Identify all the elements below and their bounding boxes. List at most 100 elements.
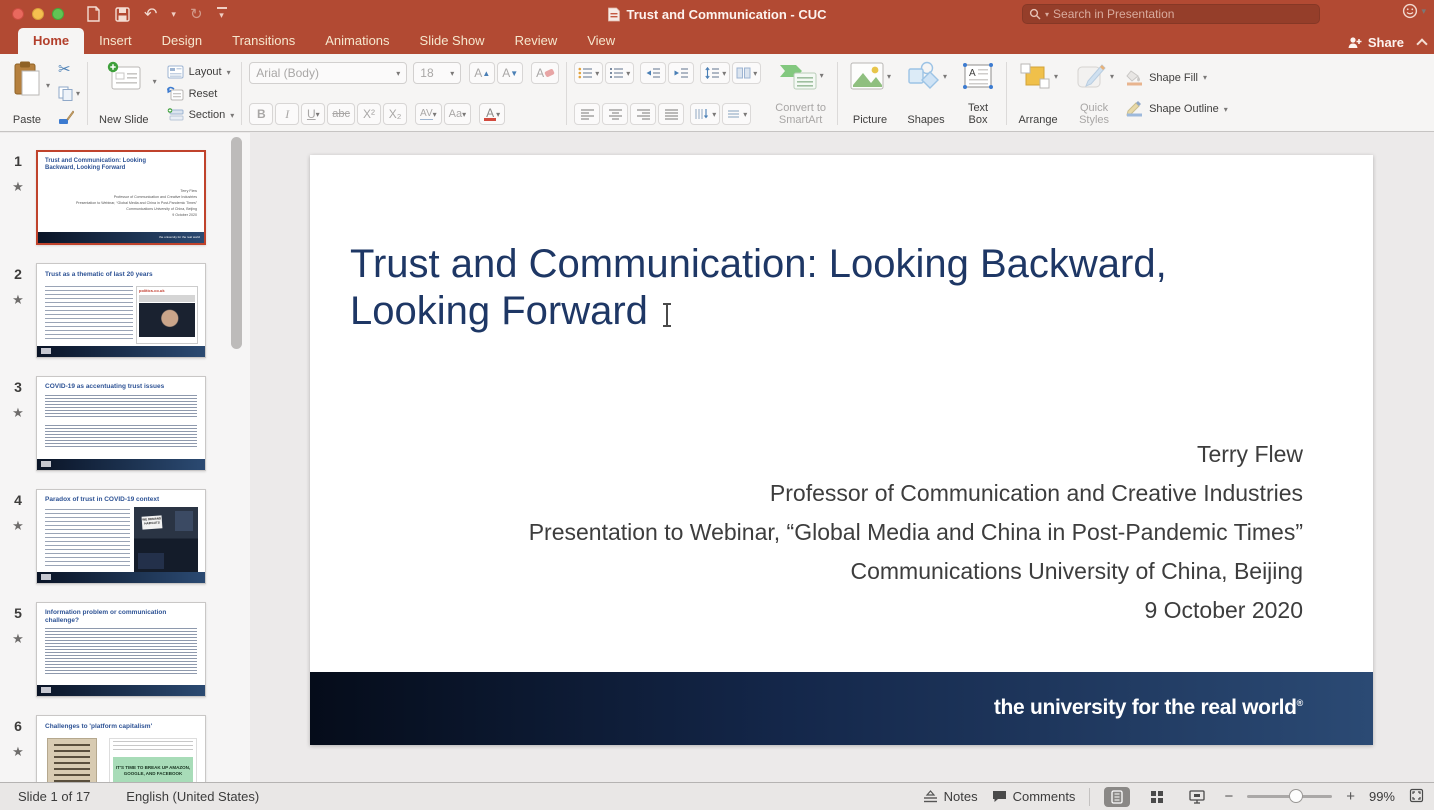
arrange-button[interactable]: ▾ Arrange <box>1014 59 1062 128</box>
slide-4-thumbnail[interactable]: Paradox of trust in COVID-19 context WE … <box>36 489 206 584</box>
fullscreen-button[interactable] <box>52 8 64 20</box>
clear-formatting-button[interactable]: A <box>531 62 559 84</box>
slide-title-text[interactable]: Trust and Communication: Looking Backwar… <box>350 241 1310 335</box>
undo-icon[interactable]: ↶ <box>144 4 157 24</box>
tab-view[interactable]: View <box>572 28 630 54</box>
save-icon[interactable] <box>115 7 130 22</box>
feedback-control[interactable]: ▾ <box>1402 3 1426 19</box>
search-field[interactable]: ▾ Search in Presentation <box>1022 4 1320 24</box>
picture-button[interactable]: ▾ Picture <box>845 59 895 128</box>
font-color-button[interactable]: A ▾ <box>479 103 505 125</box>
shapes-button[interactable]: ▾ Shapes <box>901 59 951 128</box>
new-document-icon[interactable] <box>86 6 101 22</box>
thumbnail-item-5[interactable]: 5 ★ Information problem or communication… <box>0 602 250 697</box>
quick-styles-button[interactable]: ▾ QuickStyles <box>1070 59 1118 128</box>
copy-caret[interactable]: ▾ <box>76 89 80 98</box>
customize-toolbar-icon[interactable]: ▾ <box>217 7 227 21</box>
columns-button[interactable]: ▾ <box>732 62 761 84</box>
strikethrough-button[interactable]: abc <box>327 103 355 125</box>
convert-smartart-button[interactable]: ▾ Convert toSmartArt <box>771 59 830 128</box>
shape-fill-button[interactable]: Shape Fill▾ <box>1126 68 1228 88</box>
thumbnail-item-4[interactable]: 4 ★ Paradox of trust in COVID-19 context… <box>0 489 250 584</box>
tab-review[interactable]: Review <box>500 28 573 54</box>
fit-to-window-button[interactable] <box>1409 788 1424 806</box>
notes-toggle[interactable]: Notes <box>923 789 978 804</box>
copy-icon[interactable] <box>58 86 74 101</box>
shape-fill-label: Shape Fill <box>1149 72 1198 84</box>
thumbnail-item-2[interactable]: 2 ★ Trust as a thematic of last 20 years… <box>0 263 250 358</box>
slide-counter[interactable]: Slide 1 of 17 <box>18 789 90 804</box>
tab-home[interactable]: Home <box>18 28 84 54</box>
layout-button[interactable]: Layout▾ <box>167 62 235 82</box>
zoom-percentage[interactable]: 99% <box>1369 789 1395 804</box>
textbox-button[interactable]: A TextBox <box>957 59 999 128</box>
thumbnail-item-6[interactable]: 6 ★ Challenges to 'platform capitalism' … <box>0 715 250 782</box>
share-button[interactable]: Share <box>1347 35 1404 50</box>
collapse-ribbon-caret[interactable] <box>1416 38 1427 49</box>
slide-2-thumbnail[interactable]: Trust as a thematic of last 20 years pol… <box>36 263 206 358</box>
thumbnail-item-1[interactable]: 1 ★ Trust and Communication: Looking Bac… <box>0 150 250 245</box>
font-size-combo[interactable]: 18▾ <box>413 62 461 84</box>
paste-caret[interactable]: ▾ <box>46 81 50 128</box>
thumbnail-item-3[interactable]: 3 ★ COVID-19 as accentuating trust issue… <box>0 376 250 471</box>
normal-view-button[interactable] <box>1104 787 1130 807</box>
tab-insert[interactable]: Insert <box>84 28 147 54</box>
slide-3-thumbnail[interactable]: COVID-19 as accentuating trust issues <box>36 376 206 471</box>
reset-button[interactable]: Reset <box>167 84 235 104</box>
cut-icon[interactable]: ✂ <box>58 62 74 77</box>
superscript-button[interactable]: X² <box>357 103 381 125</box>
language-indicator[interactable]: English (United States) <box>126 789 259 804</box>
section-button[interactable]: Section▾ <box>167 105 235 125</box>
tab-design[interactable]: Design <box>147 28 217 54</box>
italic-button[interactable]: I <box>275 103 299 125</box>
shapes-label: Shapes <box>907 114 944 126</box>
subscript-button[interactable]: X₂ <box>383 103 407 125</box>
shrink-font-button[interactable]: A▼ <box>497 62 523 84</box>
search-scope-caret[interactable]: ▾ <box>1045 10 1049 19</box>
bold-button[interactable]: B <box>249 103 273 125</box>
slide-6-thumbnail[interactable]: Challenges to 'platform capitalism' IT'S… <box>36 715 206 782</box>
justify-button[interactable] <box>658 103 684 125</box>
zoom-in-button[interactable]: + <box>1346 788 1355 805</box>
grow-font-button[interactable]: A▲ <box>469 62 495 84</box>
comments-toggle[interactable]: Comments <box>992 789 1076 804</box>
slide-thumbnail-panel: 1 ★ Trust and Communication: Looking Bac… <box>0 133 250 782</box>
redo-icon[interactable]: ↻ <box>190 5 203 23</box>
slide-1-thumbnail[interactable]: Trust and Communication: Looking Backwar… <box>36 150 206 245</box>
close-button[interactable] <box>12 8 24 20</box>
align-center-button[interactable] <box>602 103 628 125</box>
tab-slide-show[interactable]: Slide Show <box>405 28 500 54</box>
tab-animations[interactable]: Animations <box>310 28 404 54</box>
change-case-button[interactable]: Aa▾ <box>444 103 471 125</box>
minimize-button[interactable] <box>32 8 44 20</box>
shape-outline-button[interactable]: Shape Outline▾ <box>1126 99 1228 119</box>
slide-sorter-view-button[interactable] <box>1144 787 1170 807</box>
underline-button[interactable]: U▾ <box>301 103 325 125</box>
character-spacing-button[interactable]: AV▾ <box>415 103 442 125</box>
numbering-button[interactable]: ▾ <box>605 62 634 84</box>
align-left-button[interactable] <box>574 103 600 125</box>
align-text-button[interactable]: ▾ <box>722 103 751 125</box>
line-spacing-button[interactable]: ▾ <box>700 62 730 84</box>
font-name-combo[interactable]: Arial (Body)▾ <box>249 62 407 84</box>
decrease-indent-button[interactable] <box>640 62 666 84</box>
text-direction-button[interactable]: ▾ <box>690 103 720 125</box>
thumbnail-scrollbar[interactable] <box>231 137 242 349</box>
slideshow-view-button[interactable] <box>1184 787 1210 807</box>
undo-dropdown-caret[interactable]: ▾ <box>171 9 176 20</box>
format-painter-icon[interactable] <box>58 110 74 125</box>
slide-subtitle-text[interactable]: Terry Flew Professor of Communication an… <box>529 435 1303 630</box>
new-slide-caret[interactable]: ▾ <box>153 77 157 128</box>
current-slide[interactable]: Trust and Communication: Looking Backwar… <box>310 155 1373 745</box>
bullets-button[interactable]: ▾ <box>574 62 603 84</box>
paste-button[interactable]: Paste <box>8 59 46 128</box>
zoom-slider-thumb[interactable] <box>1289 789 1303 803</box>
zoom-slider[interactable] <box>1247 795 1332 798</box>
slide-5-thumbnail[interactable]: Information problem or communication cha… <box>36 602 206 697</box>
new-slide-button[interactable]: New Slide <box>95 59 153 128</box>
tab-transitions[interactable]: Transitions <box>217 28 310 54</box>
paste-clipboard-icon <box>12 61 42 97</box>
zoom-out-button[interactable]: − <box>1224 788 1233 805</box>
increase-indent-button[interactable] <box>668 62 694 84</box>
align-right-button[interactable] <box>630 103 656 125</box>
